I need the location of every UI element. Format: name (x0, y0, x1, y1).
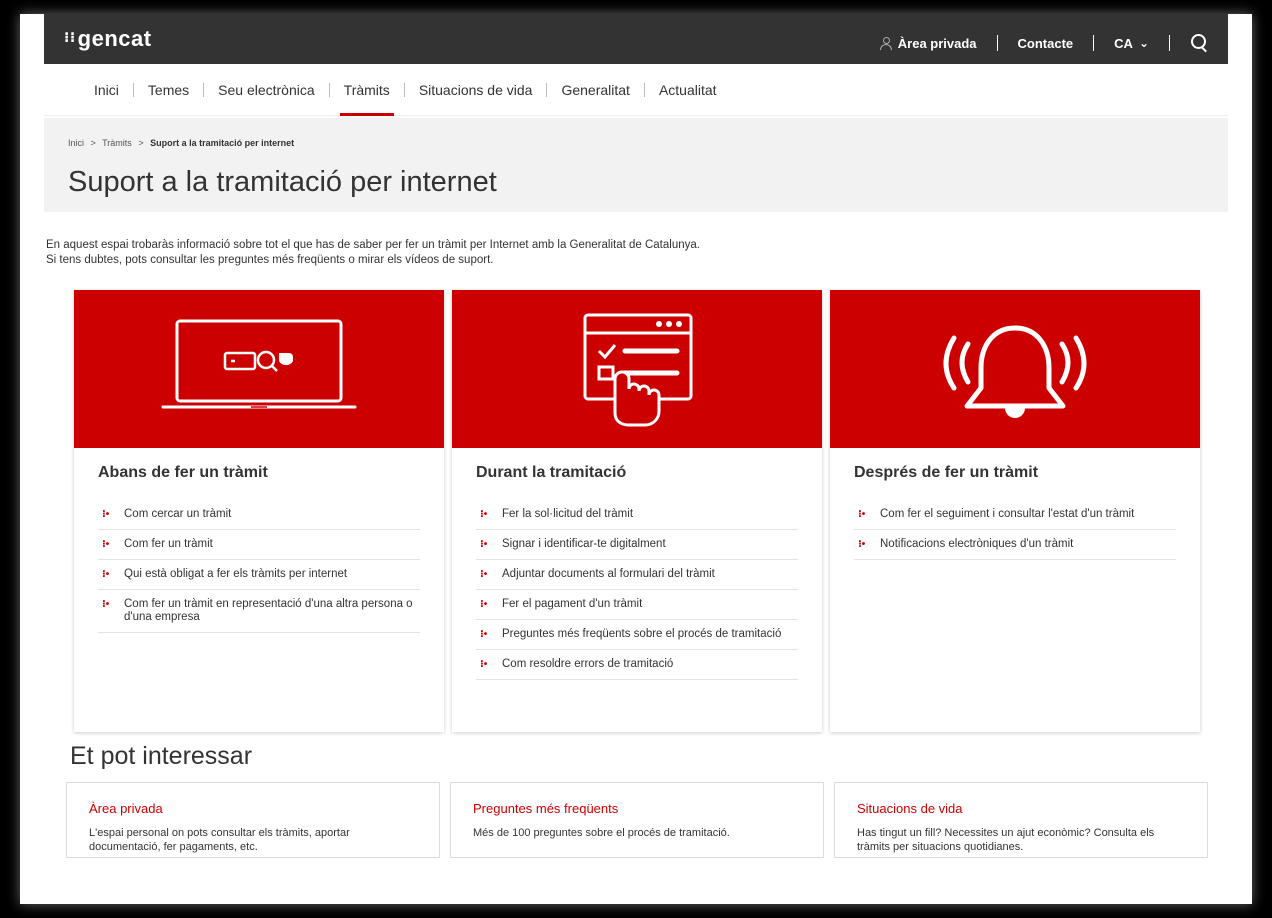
link-label: Com fer un tràmit (124, 538, 213, 550)
chevron-down-icon: ⌄ (1138, 36, 1149, 50)
nav-item-seu-electronica[interactable]: Seu electrònica (204, 64, 329, 116)
section-title: Et pot interessar (70, 742, 253, 770)
card-title: Durant la tramitació (476, 464, 627, 481)
interest-card-title: Situacions de vida (857, 801, 963, 816)
page-header: Inici > Tràmits > Suport a la tramitació… (44, 118, 1228, 212)
area-privada-link[interactable]: Àrea privada (860, 36, 997, 51)
list-item[interactable]: ⁝• Qui està obligat a fer els tràmits per… (98, 560, 420, 590)
list-item[interactable]: ⁝• Com fer un tràmit en representació d'u… (98, 590, 420, 633)
breadcrumb-separator: > (138, 138, 144, 148)
link-label: Qui està obligat a fer els tràmits per i… (124, 568, 348, 580)
list-item[interactable]: ⁝• Com fer el seguiment i consultar l'est… (854, 500, 1176, 530)
interest-card-situacions[interactable]: Situacions de vida Has tingut un fill? N… (834, 782, 1208, 858)
breadcrumb-separator: > (90, 138, 96, 148)
list-item[interactable]: ⁝• Preguntes més freqüents sobre el procé… (476, 620, 798, 650)
list-item[interactable]: ⁝• Notificacions electròniques d'un tràmi… (854, 530, 1176, 560)
nav-item-situacions-de-vida[interactable]: Situacions de vida (405, 64, 547, 116)
interest-card-title: Àrea privada (89, 801, 163, 816)
interest-card-desc: Més de 100 preguntes sobre el procés de … (473, 827, 730, 839)
nav-item-actualitat[interactable]: Actualitat (645, 64, 731, 116)
link-label: Notificacions electròniques d'un tràmit (880, 538, 1074, 550)
language-label: CA (1114, 35, 1133, 51)
interest-card-desc: Has tingut un fill? Necessites un ajut e… (857, 827, 1155, 853)
bullet-icon: ⁝• (858, 539, 866, 550)
list-item[interactable]: ⁝• Adjuntar documents al formulari del tr… (476, 560, 798, 590)
area-privada-label: Àrea privada (897, 35, 977, 51)
bell-alert-icon (943, 325, 1087, 418)
breadcrumb-current: Suport a la tramitació per internet (150, 138, 295, 148)
contacte-label: Contacte (1017, 35, 1074, 51)
interest-card-desc: L'espai personal on pots consultar els t… (89, 827, 350, 853)
bullet-icon: ⁝• (102, 539, 110, 550)
breadcrumb-link-inici[interactable]: Inici (68, 138, 84, 148)
link-label: Com resoldre errors de tramitació (502, 658, 674, 670)
nav-item-temes[interactable]: Temes (134, 64, 203, 116)
bullet-icon: ⁝• (858, 509, 866, 520)
card-abans: Abans de fer un tràmit ⁝• Com cercar un t… (74, 290, 444, 732)
list-item[interactable]: ⁝• Com cercar un tràmit (98, 500, 420, 530)
bullet-icon: ⁝• (480, 599, 488, 610)
bullet-icon: ⁝• (480, 509, 488, 520)
nav-item-inici[interactable]: Inici (80, 64, 133, 116)
list-item[interactable]: ⁝• Com resoldre errors de tramitació (476, 650, 798, 680)
list-item[interactable]: ⁝• Fer la sol·licitud del tràmit (476, 500, 798, 530)
nav-item-generalitat[interactable]: Generalitat (547, 64, 643, 116)
form-checklist-hand-icon (583, 313, 693, 427)
page-title: Suport a la tramitació per internet (68, 166, 497, 198)
intro-line: Si tens dubtes, pots consultar les pregu… (46, 254, 494, 266)
browser-page: ⁝⁝gencat Àrea privada Contacte CA ⌄ Inic… (20, 14, 1252, 904)
user-icon (879, 37, 892, 50)
card-hero (452, 290, 822, 448)
card-hero (830, 290, 1200, 448)
list-item[interactable]: ⁝• Fer el pagament d'un tràmit (476, 590, 798, 620)
list-item[interactable]: ⁝• Signar i identificar-te digitalment (476, 530, 798, 560)
main-nav: Inici Temes Seu electrònica Tràmits Situ… (44, 64, 1228, 116)
bullet-icon: ⁝• (480, 659, 488, 670)
bullet-icon: ⁝• (102, 509, 110, 520)
card-despres: Després de fer un tràmit ⁝• Com fer el se… (830, 290, 1200, 732)
link-label: Preguntes més freqüents sobre el procés … (502, 628, 782, 640)
laptop-search-icon (161, 319, 357, 409)
bullet-icon: ⁝• (102, 599, 110, 610)
breadcrumb-link-tramits[interactable]: Tràmits (102, 138, 132, 148)
contacte-link[interactable]: Contacte (998, 36, 1094, 51)
link-label: Fer la sol·licitud del tràmit (502, 508, 634, 520)
bullet-icon: ⁝• (480, 539, 488, 550)
card-title: Després de fer un tràmit (854, 464, 1039, 481)
divider (1169, 35, 1170, 51)
card-link-list: ⁝• Fer la sol·licitud del tràmit ⁝• Signar… (476, 500, 798, 680)
link-label: Signar i identificar-te digitalment (502, 538, 666, 550)
card-durant: Durant la tramitació ⁝• Fer la sol·licitu… (452, 290, 822, 732)
intro-text: En aquest espai trobaràs informació sobr… (46, 238, 700, 268)
link-label: Com cercar un tràmit (124, 508, 232, 520)
card-title: Abans de fer un tràmit (98, 464, 268, 481)
top-bar: ⁝⁝gencat Àrea privada Contacte CA ⌄ (44, 14, 1228, 64)
interest-card-preguntes[interactable]: Preguntes més freqüents Més de 100 pregu… (450, 782, 824, 858)
gencat-logo[interactable]: ⁝⁝gencat (64, 26, 152, 52)
top-utility-links: Àrea privada Contacte CA ⌄ (860, 34, 1208, 52)
interest-card-title: Preguntes més freqüents (473, 801, 619, 816)
link-label: Com fer el seguiment i consultar l'estat… (880, 508, 1135, 520)
nav-item-tramits[interactable]: Tràmits (330, 64, 404, 116)
link-label: Com fer un tràmit en representació d'una… (124, 598, 413, 623)
interest-card-area-privada[interactable]: Àrea privada L'espai personal on pots co… (66, 782, 440, 858)
link-label: Fer el pagament d'un tràmit (502, 598, 643, 610)
card-link-list: ⁝• Com fer el seguiment i consultar l'est… (854, 500, 1176, 560)
bullet-icon: ⁝• (480, 629, 488, 640)
language-selector[interactable]: CA ⌄ (1094, 36, 1169, 51)
bullet-icon: ⁝• (102, 569, 110, 580)
bullet-icon: ⁝• (480, 569, 488, 580)
search-icon[interactable] (1190, 34, 1208, 52)
breadcrumb: Inici > Tràmits > Suport a la tramitació… (68, 138, 294, 148)
intro-line: En aquest espai trobaràs informació sobr… (46, 239, 700, 251)
link-label: Adjuntar documents al formulari del tràm… (502, 568, 715, 580)
card-link-list: ⁝• Com cercar un tràmit ⁝• Com fer un tràm… (98, 500, 420, 633)
list-item[interactable]: ⁝• Com fer un tràmit (98, 530, 420, 560)
card-hero (74, 290, 444, 448)
logo-dots-icon: ⁝⁝ (64, 29, 76, 45)
